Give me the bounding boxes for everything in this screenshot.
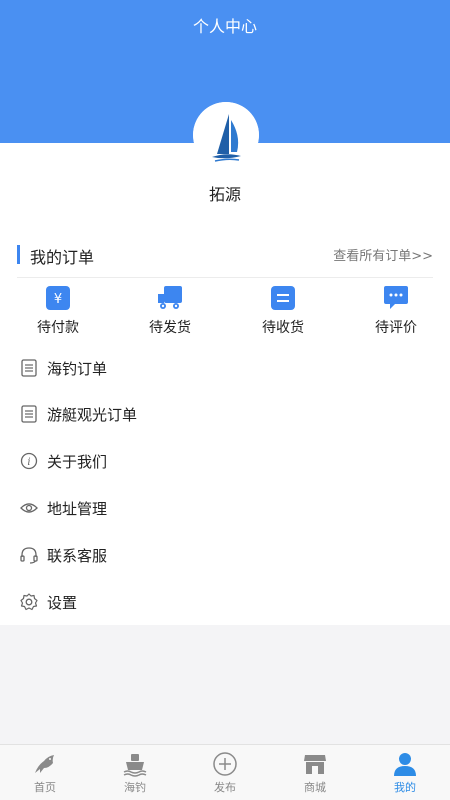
svg-text:i: i [27,457,30,468]
store-icon [304,755,326,774]
order-status-pending-payment[interactable]: ¥ 待付款 [18,286,98,336]
menu-item-label: 联系客服 [47,547,108,565]
truck-icon [158,286,182,309]
menu-item-customer-service[interactable]: 联系客服 [0,532,450,578]
sailboat-logo-icon [193,102,259,168]
receive-icon [271,286,295,310]
list-icon [21,359,37,377]
tab-label: 商城 [304,781,326,794]
bottom-tab-bar: 首页 海钓 发布 商城 我的 [0,744,450,800]
info-icon: i [20,452,38,470]
svg-text:¥: ¥ [54,292,62,307]
menu-item-yacht-orders[interactable]: 游艇观光订单 [0,391,450,437]
menu-item-label: 地址管理 [47,500,108,518]
menu-item-label: 设置 [47,594,78,612]
menu-item-fishing-orders[interactable]: 海钓订单 [0,345,450,391]
tab-home[interactable]: 首页 [0,745,90,800]
tab-mine[interactable]: 我的 [360,745,450,800]
list-icon [21,405,37,423]
avatar[interactable] [193,102,259,168]
order-status-label: 待收货 [262,320,304,336]
plus-circle-icon [213,752,237,776]
page-title: 个人中心 [192,17,257,36]
order-status-pending-review[interactable]: 待评价 [356,286,436,336]
menu-item-about-us[interactable]: i 关于我们 [0,438,450,484]
divider [17,277,433,278]
tab-label: 首页 [34,781,56,794]
gear-icon [20,593,38,611]
orders-section-header: 我的订单 查看所有订单>> [17,240,433,270]
username: 拓源 [208,185,241,204]
tab-sea-fishing[interactable]: 海钓 [90,745,180,800]
tab-label: 发布 [214,781,236,794]
section-accent-bar [17,245,20,264]
menu-item-label: 海钓订单 [47,360,108,378]
order-status-label: 待发货 [149,320,191,336]
menu-item-address-management[interactable]: 地址管理 [0,485,450,531]
orders-title: 我的订单 [30,248,95,267]
tab-store[interactable]: 商城 [270,745,360,800]
boat-icon [123,754,147,777]
yen-icon: ¥ [46,286,70,310]
tab-publish[interactable]: 发布 [180,745,270,800]
order-status-label: 待评价 [375,320,417,336]
menu-item-settings[interactable]: 设置 [0,579,450,625]
tab-label: 海钓 [124,781,146,794]
headset-icon [20,547,38,564]
location-icon [20,503,38,513]
menu-item-label: 游艇观光订单 [47,406,138,424]
tab-label: 我的 [394,781,416,794]
menu-item-label: 关于我们 [47,453,108,471]
order-status-label: 待付款 [37,320,79,336]
comment-icon [384,286,408,309]
fish-icon [35,755,54,773]
user-icon [394,753,416,776]
view-all-orders-link[interactable]: 查看所有订单>> [333,245,433,264]
order-status-pending-receipt[interactable]: 待收货 [243,286,323,336]
order-status-pending-shipment[interactable]: 待发货 [130,286,210,336]
